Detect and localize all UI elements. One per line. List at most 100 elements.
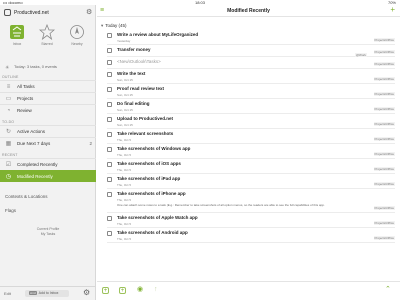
- task-name[interactable]: Write a review about MyLifeOrganized: [117, 32, 198, 37]
- task-row[interactable]: Write a review about MyLifeOrganized Yest…: [107, 30, 395, 45]
- sidebar-item-review[interactable]: ◔ Review: [0, 104, 96, 116]
- active-icon: ↻: [5, 129, 12, 135]
- task-name[interactable]: Proof read review text: [117, 86, 164, 91]
- task-project-label: Projects\Office: [373, 206, 395, 210]
- task-checkbox[interactable]: [107, 162, 112, 167]
- task-project-label: Projects\Office: [373, 221, 395, 225]
- sidebar-item-projects[interactable]: ▭ Projects: [0, 92, 96, 104]
- add-button-icon[interactable]: +: [102, 287, 109, 294]
- task-checkbox[interactable]: [107, 33, 112, 38]
- task-row[interactable]: Take screenshots of Windows app Thu, Oct …: [107, 144, 395, 159]
- eye-icon[interactable]: ◉: [137, 286, 143, 293]
- task-name[interactable]: Write the text: [117, 71, 145, 76]
- task-name[interactable]: Do final editing: [117, 101, 150, 106]
- task-date: Thu, Oct 5: [117, 153, 132, 157]
- task-name[interactable]: Take screenshots of Android app: [117, 230, 188, 235]
- task-checkbox[interactable]: [107, 192, 112, 197]
- chevron-up-icon[interactable]: ⌃: [385, 286, 391, 293]
- task-project-label: Projects\Office: [373, 122, 395, 126]
- task-checkbox[interactable]: [107, 117, 112, 122]
- task-date: Thu, Oct 5: [117, 198, 132, 202]
- task-name[interactable]: Upload to Productived.net: [117, 116, 173, 121]
- task-row[interactable]: Do final editing Sun, Oct 15 Projects\Offi…: [107, 99, 395, 114]
- task-project-label: Projects\Office: [373, 236, 395, 240]
- list-icon: ≡: [6, 84, 11, 90]
- task-project-label: Projects\Office: [373, 167, 395, 171]
- task-date: Yesterday: [117, 39, 131, 43]
- task-name[interactable]: Take screenshots of Windows app: [117, 146, 190, 151]
- options-gear-icon[interactable]: ⚙: [83, 289, 90, 297]
- perspective-starred[interactable]: Starred: [33, 24, 61, 46]
- move-icon[interactable]: ↑: [154, 286, 158, 293]
- task-checkbox[interactable]: [107, 48, 112, 53]
- section-recent-label: RECENT: [2, 153, 18, 157]
- task-project-label: Projects\Office: [373, 152, 395, 156]
- main-panel: ≡ Modified Recently + ▾ Today (45) Write …: [97, 5, 400, 300]
- task-row[interactable]: Take screenshots of Android app Thu, Oct …: [107, 228, 395, 243]
- task-checkbox[interactable]: [107, 147, 112, 152]
- sidebar-link-contexts[interactable]: Contexts & Locations: [5, 194, 48, 199]
- folder-icon: ▭: [5, 96, 12, 102]
- edit-button[interactable]: Edit: [4, 291, 11, 296]
- sidebar-item-completed-recently[interactable]: ☑ Completed Recently: [0, 158, 96, 170]
- sidebar-item-due-next-7-days[interactable]: ▦ Due Next 7 days 2: [0, 137, 96, 149]
- today-icon: ☀: [5, 65, 10, 71]
- task-row[interactable]: Write the text Sun, Oct 15 Projects\Office: [107, 69, 395, 84]
- task-name[interactable]: Take screenshots of iPad app: [117, 176, 180, 181]
- group-header-today[interactable]: ▾ Today (45): [101, 23, 127, 29]
- task-checkbox[interactable]: [107, 132, 112, 137]
- settings-icon[interactable]: ⚙: [86, 9, 92, 16]
- sidebar-item-modified-recently[interactable]: ◷ Modified Recently: [0, 170, 96, 182]
- perspective-inbox[interactable]: Inbox: [3, 24, 31, 46]
- task-date: Sun, Oct 15: [117, 123, 133, 127]
- task-row[interactable]: Take screenshots of iPhone app Thu, Oct 5…: [107, 189, 395, 213]
- task-row[interactable]: Take relevant screenshots Thu, Oct 5 Proje…: [107, 129, 395, 144]
- task-checkbox[interactable]: [107, 60, 112, 65]
- task-name[interactable]: Take relevant screenshots: [117, 131, 173, 136]
- task-name[interactable]: Take screenshots of iPhone app: [117, 191, 186, 196]
- sidebar: Productived.net ⚙ Inbox Starred Nearby ☀…: [0, 5, 96, 300]
- check-icon: ☑: [5, 162, 12, 168]
- app-title[interactable]: Productived.net: [14, 10, 49, 16]
- main-footer-toolbar: + + ◉ ↑ ⌃: [97, 281, 400, 300]
- sidebar-item-active-actions[interactable]: ↻ Active Actions: [0, 125, 96, 137]
- add-to-inbox-button[interactable]: cmd Add to Inbox: [25, 290, 69, 297]
- task-project-label: Projects\Office: [373, 92, 395, 96]
- task-row[interactable]: Take screenshots of iOS apps Thu, Oct 5 Pr…: [107, 159, 395, 174]
- task-name[interactable]: <New\Outlook\Tasks>: [117, 59, 161, 64]
- sidebar-link-flags[interactable]: Flags: [5, 208, 16, 213]
- task-name[interactable]: Transfer money: [117, 47, 151, 52]
- task-checkbox[interactable]: [107, 231, 112, 236]
- clock-icon: ◷: [5, 174, 12, 180]
- task-name[interactable]: Take screenshots of iOS apps: [117, 161, 181, 166]
- task-checkbox[interactable]: [107, 102, 112, 107]
- due-count-badge: 2: [89, 141, 92, 146]
- task-note: One can attach some notes to a task (E.g…: [117, 203, 325, 207]
- task-name[interactable]: Take screenshots of Apple Watch app: [117, 215, 198, 220]
- task-date: Sun, Oct 15: [117, 108, 133, 112]
- task-project-label: Projects\Office: [373, 77, 395, 81]
- task-date: Sun, Oct 15: [117, 78, 133, 82]
- task-row[interactable]: Proof read review text Sun, Oct 15 Project…: [107, 84, 395, 99]
- section-outline-label: OUTLINE: [2, 75, 19, 79]
- add-subtask-icon[interactable]: +: [119, 287, 126, 294]
- task-checkbox[interactable]: [107, 177, 112, 182]
- sidebar-item-all-tasks[interactable]: ≡ All Tasks: [0, 80, 96, 92]
- perspective-nearby[interactable]: Nearby: [63, 24, 91, 46]
- add-task-icon[interactable]: +: [390, 6, 395, 14]
- task-row[interactable]: Take screenshots of Apple Watch app Thu, …: [107, 213, 395, 228]
- task-date: Sun, Oct 15: [117, 93, 133, 97]
- location-icon: [69, 24, 85, 40]
- task-date: Thu, Oct 5: [117, 138, 132, 142]
- task-row[interactable]: Take screenshots of iPad app Thu, Oct 5 Pr…: [107, 174, 395, 189]
- profile-name: My Tasks: [40, 231, 56, 236]
- task-checkbox[interactable]: [107, 87, 112, 92]
- task-row[interactable]: <New\Outlook\Tasks> Projects\Office: [107, 57, 395, 69]
- today-summary[interactable]: ☀ Today: 3 tasks, 0 events: [0, 63, 96, 71]
- task-checkbox[interactable]: [107, 72, 112, 77]
- task-row[interactable]: Transfer money @Work Projects\Office: [107, 45, 395, 57]
- task-checkbox[interactable]: [107, 216, 112, 221]
- task-row[interactable]: Upload to Productived.net Sun, Oct 15 Proj…: [107, 114, 395, 129]
- current-profile[interactable]: Current Profile My Tasks: [0, 227, 96, 236]
- task-date: Thu, Oct 5: [117, 237, 132, 241]
